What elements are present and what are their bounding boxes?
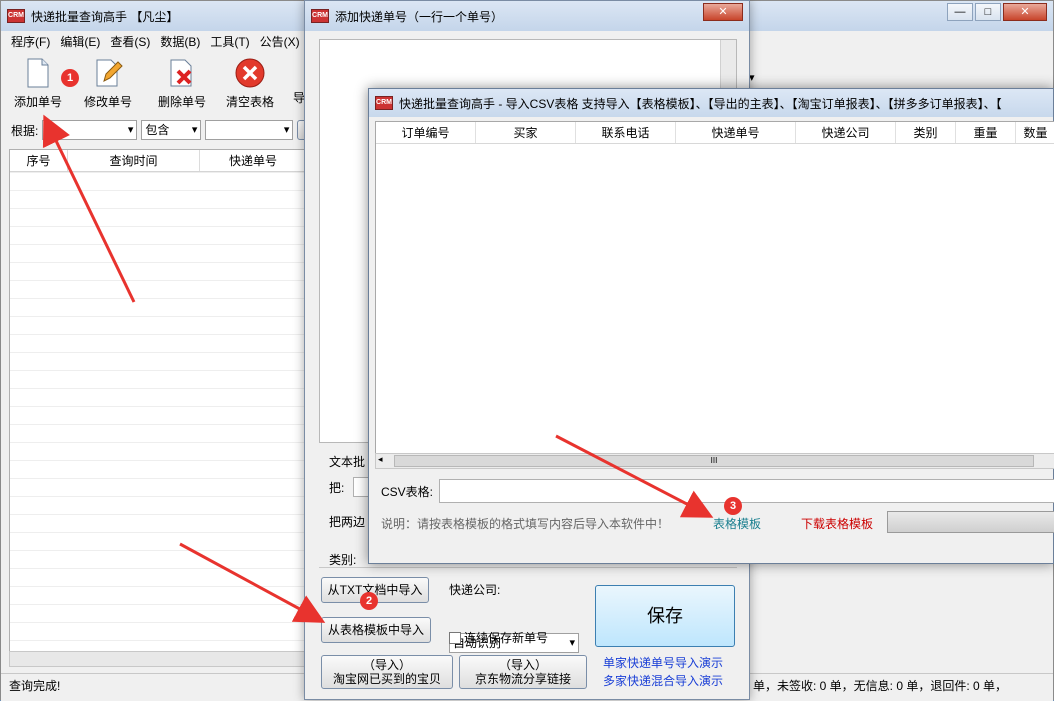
arrow-1	[42, 114, 136, 303]
step-marker-2: 2	[360, 592, 378, 610]
annotation-arrows	[42, 114, 714, 623]
step-marker-1: 1	[61, 69, 79, 87]
arrow-3	[555, 434, 714, 518]
arrow-2	[179, 542, 326, 623]
step-marker-3: 3	[724, 497, 742, 515]
